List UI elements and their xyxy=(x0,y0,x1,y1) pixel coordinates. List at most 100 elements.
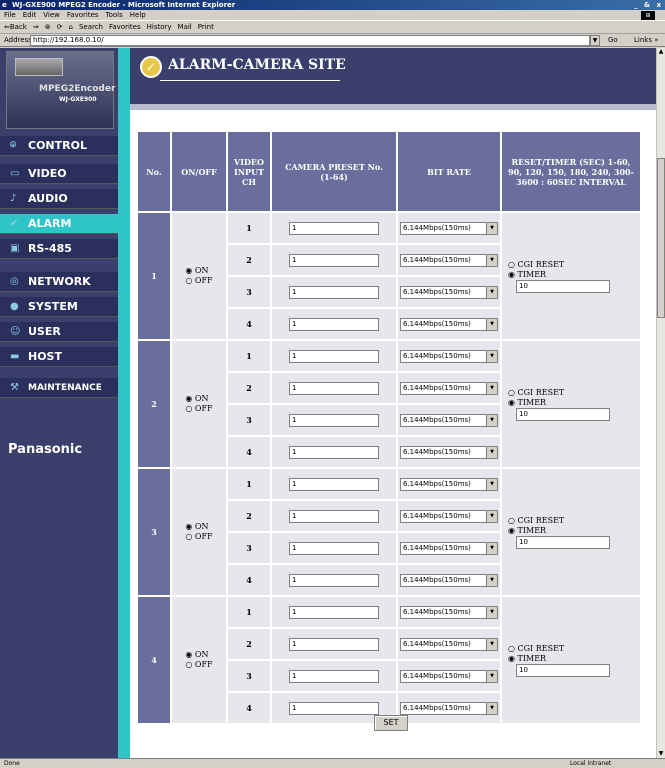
menu-item-view[interactable]: View xyxy=(43,11,60,19)
camera-preset-input[interactable]: 1 xyxy=(289,701,379,715)
toolbar-button[interactable]: ⟳ xyxy=(57,23,63,31)
timer-input[interactable]: 10 xyxy=(516,279,610,293)
go-button[interactable]: Go xyxy=(608,34,618,47)
off-radio[interactable]: ○ OFF xyxy=(185,276,212,286)
dropdown-arrow-icon[interactable]: ▼ xyxy=(486,702,497,714)
links-button[interactable]: Links » xyxy=(634,34,659,47)
vertical-scrollbar[interactable]: ▲ ▼ xyxy=(656,48,665,758)
bitrate-select[interactable]: 6.144Mbps(150ms) ▼ xyxy=(400,253,498,267)
camera-preset-input[interactable]: 1 xyxy=(289,381,379,395)
menu-item-favorites[interactable]: Favorites xyxy=(67,11,99,19)
bitrate-select[interactable]: 6.144Mbps(150ms) ▼ xyxy=(400,509,498,523)
toolbar-button[interactable]: ⇒ xyxy=(33,23,39,31)
scroll-thumb[interactable] xyxy=(657,158,665,318)
nav-item-video[interactable]: ▭ VIDEO xyxy=(0,164,118,184)
camera-preset-input[interactable]: 1 xyxy=(289,605,379,619)
nav-item-system[interactable]: ● SYSTEM xyxy=(0,297,118,317)
cgi-reset-radio[interactable]: ○ CGI RESET xyxy=(508,644,640,654)
camera-preset-input[interactable]: 1 xyxy=(289,221,379,235)
nav-item-audio[interactable]: ♪ AUDIO xyxy=(0,189,118,209)
camera-preset-input[interactable]: 1 xyxy=(289,285,379,299)
timer-radio[interactable]: ◉ TIMER xyxy=(508,654,640,664)
set-button[interactable]: SET xyxy=(374,715,408,731)
cgi-reset-radio[interactable]: ○ CGI RESET xyxy=(508,516,640,526)
toolbar-button[interactable]: ⊗ xyxy=(45,23,51,31)
camera-preset-input[interactable]: 1 xyxy=(289,477,379,491)
scroll-up-icon[interactable]: ▲ xyxy=(657,48,665,56)
bitrate-select[interactable]: 6.144Mbps(150ms) ▼ xyxy=(400,701,498,715)
dropdown-arrow-icon[interactable]: ▼ xyxy=(486,286,497,298)
camera-preset-input[interactable]: 1 xyxy=(289,445,379,459)
toolbar-button[interactable]: Search xyxy=(79,23,103,31)
camera-preset-input[interactable]: 1 xyxy=(289,317,379,331)
dropdown-arrow-icon[interactable]: ▼ xyxy=(486,670,497,682)
bitrate-select[interactable]: 6.144Mbps(150ms) ▼ xyxy=(400,637,498,651)
nav-item-alarm[interactable]: ✔ ALARM xyxy=(0,214,118,234)
on-radio[interactable]: ◉ ON xyxy=(185,650,212,660)
bitrate-select[interactable]: 6.144Mbps(150ms) ▼ xyxy=(400,669,498,683)
menu-item-edit[interactable]: Edit xyxy=(23,11,37,19)
bitrate-select[interactable]: 6.144Mbps(150ms) ▼ xyxy=(400,349,498,363)
dropdown-arrow-icon[interactable]: ▼ xyxy=(486,638,497,650)
nav-item-network[interactable]: ◎ NETWORK xyxy=(0,272,118,292)
toolbar-button[interactable]: Favorites xyxy=(109,23,141,31)
address-input[interactable]: http://192.168.0.10/ xyxy=(30,35,590,46)
dropdown-arrow-icon[interactable]: ▼ xyxy=(486,414,497,426)
dropdown-arrow-icon[interactable]: ▼ xyxy=(486,222,497,234)
toolbar-button[interactable]: ⇐Back xyxy=(4,23,27,31)
menu-item-tools[interactable]: Tools xyxy=(106,11,123,19)
camera-preset-input[interactable]: 1 xyxy=(289,253,379,267)
bitrate-select[interactable]: 6.144Mbps(150ms) ▼ xyxy=(400,317,498,331)
nav-item-host[interactable]: ▬ HOST xyxy=(0,347,118,367)
toolbar-button[interactable]: Mail xyxy=(178,23,192,31)
dropdown-arrow-icon[interactable]: ▼ xyxy=(486,254,497,266)
cgi-reset-radio[interactable]: ○ CGI RESET xyxy=(508,260,640,270)
off-radio[interactable]: ○ OFF xyxy=(185,404,212,414)
dropdown-arrow-icon[interactable]: ▼ xyxy=(486,446,497,458)
nav-item-user[interactable]: ☺ USER xyxy=(0,322,118,342)
camera-preset-input[interactable]: 1 xyxy=(289,349,379,363)
camera-preset-input[interactable]: 1 xyxy=(289,669,379,683)
address-dropdown[interactable]: ▼ xyxy=(590,35,600,46)
camera-preset-input[interactable]: 1 xyxy=(289,541,379,555)
bitrate-select[interactable]: 6.144Mbps(150ms) ▼ xyxy=(400,573,498,587)
dropdown-arrow-icon[interactable]: ▼ xyxy=(486,478,497,490)
dropdown-arrow-icon[interactable]: ▼ xyxy=(486,382,497,394)
nav-item-rs485[interactable]: ▣ RS-485 xyxy=(0,239,118,259)
scroll-down-icon[interactable]: ▼ xyxy=(657,750,665,758)
dropdown-arrow-icon[interactable]: ▼ xyxy=(486,574,497,586)
timer-radio[interactable]: ◉ TIMER xyxy=(508,270,640,280)
dropdown-arrow-icon[interactable]: ▼ xyxy=(486,542,497,554)
timer-radio[interactable]: ◉ TIMER xyxy=(508,398,640,408)
menu-item-help[interactable]: Help xyxy=(130,11,146,19)
toolbar-button[interactable]: ⌂ xyxy=(68,23,72,31)
window-controls[interactable]: _ & x xyxy=(634,0,663,10)
bitrate-select[interactable]: 6.144Mbps(150ms) ▼ xyxy=(400,605,498,619)
toolbar-button[interactable]: Print xyxy=(198,23,214,31)
on-radio[interactable]: ◉ ON xyxy=(185,394,212,404)
dropdown-arrow-icon[interactable]: ▼ xyxy=(486,350,497,362)
bitrate-select[interactable]: 6.144Mbps(150ms) ▼ xyxy=(400,413,498,427)
timer-input[interactable]: 10 xyxy=(516,535,610,549)
dropdown-arrow-icon[interactable]: ▼ xyxy=(486,606,497,618)
toolbar-button[interactable]: History xyxy=(147,23,172,31)
bitrate-select[interactable]: 6.144Mbps(150ms) ▼ xyxy=(400,541,498,555)
bitrate-select[interactable]: 6.144Mbps(150ms) ▼ xyxy=(400,445,498,459)
on-radio[interactable]: ◉ ON xyxy=(185,266,212,276)
camera-preset-input[interactable]: 1 xyxy=(289,573,379,587)
bitrate-select[interactable]: 6.144Mbps(150ms) ▼ xyxy=(400,221,498,235)
camera-preset-input[interactable]: 1 xyxy=(289,637,379,651)
on-radio[interactable]: ◉ ON xyxy=(185,522,212,532)
off-radio[interactable]: ○ OFF xyxy=(185,532,212,542)
bitrate-select[interactable]: 6.144Mbps(150ms) ▼ xyxy=(400,477,498,491)
off-radio[interactable]: ○ OFF xyxy=(185,660,212,670)
bitrate-select[interactable]: 6.144Mbps(150ms) ▼ xyxy=(400,381,498,395)
cgi-reset-radio[interactable]: ○ CGI RESET xyxy=(508,388,640,398)
nav-item-maintenance[interactable]: ⚒ MAINTENANCE xyxy=(0,378,118,398)
nav-item-control[interactable]: ⌾ CONTROL xyxy=(0,136,118,156)
timer-radio[interactable]: ◉ TIMER xyxy=(508,526,640,536)
dropdown-arrow-icon[interactable]: ▼ xyxy=(486,318,497,330)
dropdown-arrow-icon[interactable]: ▼ xyxy=(486,510,497,522)
bitrate-select[interactable]: 6.144Mbps(150ms) ▼ xyxy=(400,285,498,299)
camera-preset-input[interactable]: 1 xyxy=(289,509,379,523)
